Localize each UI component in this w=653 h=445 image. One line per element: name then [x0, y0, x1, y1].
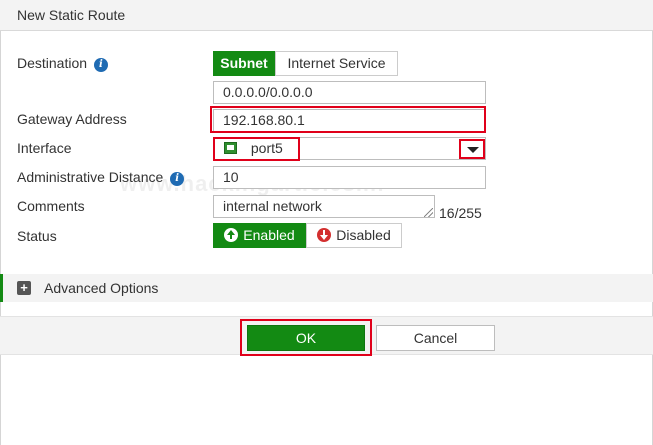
interface-label: Interface — [17, 140, 72, 156]
destination-input[interactable]: 0.0.0.0/0.0.0.0 — [213, 81, 486, 104]
destination-label-row: Destination i — [17, 55, 108, 72]
interface-dropdown-button[interactable] — [459, 139, 485, 159]
dialog-title: New Static Route — [17, 7, 126, 23]
destination-type-toggle: Subnet Internet Service — [213, 51, 398, 76]
gateway-label: Gateway Address — [17, 111, 127, 127]
status-disabled-label: Disabled — [336, 227, 391, 243]
admin-distance-input[interactable]: 10 — [213, 166, 486, 189]
dialog-title-bar: New Static Route — [0, 0, 653, 31]
arrow-up-circle-icon — [224, 228, 239, 242]
comments-textarea[interactable]: internal network — [213, 195, 435, 218]
status-label: Status — [17, 228, 57, 244]
ok-highlight — [240, 319, 372, 356]
gateway-highlight — [210, 106, 486, 133]
status-enabled-button[interactable]: Enabled — [213, 223, 306, 248]
advanced-options-label: Advanced Options — [44, 280, 159, 296]
destination-label: Destination — [17, 55, 88, 71]
info-icon[interactable]: i — [170, 172, 185, 186]
interface-value-highlight — [213, 137, 300, 161]
resize-handle-icon[interactable] — [424, 208, 433, 217]
comments-char-count: 16/255 — [439, 205, 482, 221]
admin-distance-label-row: Administrative Distance i — [17, 169, 185, 186]
cancel-button[interactable]: Cancel — [376, 325, 495, 351]
caret-down-icon — [467, 147, 479, 153]
status-enabled-label: Enabled — [243, 227, 295, 243]
internet-service-button[interactable]: Internet Service — [275, 51, 398, 76]
status-disabled-button[interactable]: Disabled — [306, 223, 402, 248]
dialog-footer: OK Cancel — [0, 316, 653, 356]
status-toggle: Enabled Disabled — [213, 223, 402, 248]
arrow-down-circle-icon — [317, 228, 332, 242]
admin-distance-label: Administrative Distance — [17, 169, 164, 185]
subnet-button[interactable]: Subnet — [213, 51, 275, 76]
comments-label: Comments — [17, 198, 85, 214]
info-icon[interactable]: i — [93, 58, 108, 72]
advanced-options-header[interactable]: + Advanced Options — [0, 274, 653, 302]
plus-square-icon: + — [17, 281, 31, 295]
